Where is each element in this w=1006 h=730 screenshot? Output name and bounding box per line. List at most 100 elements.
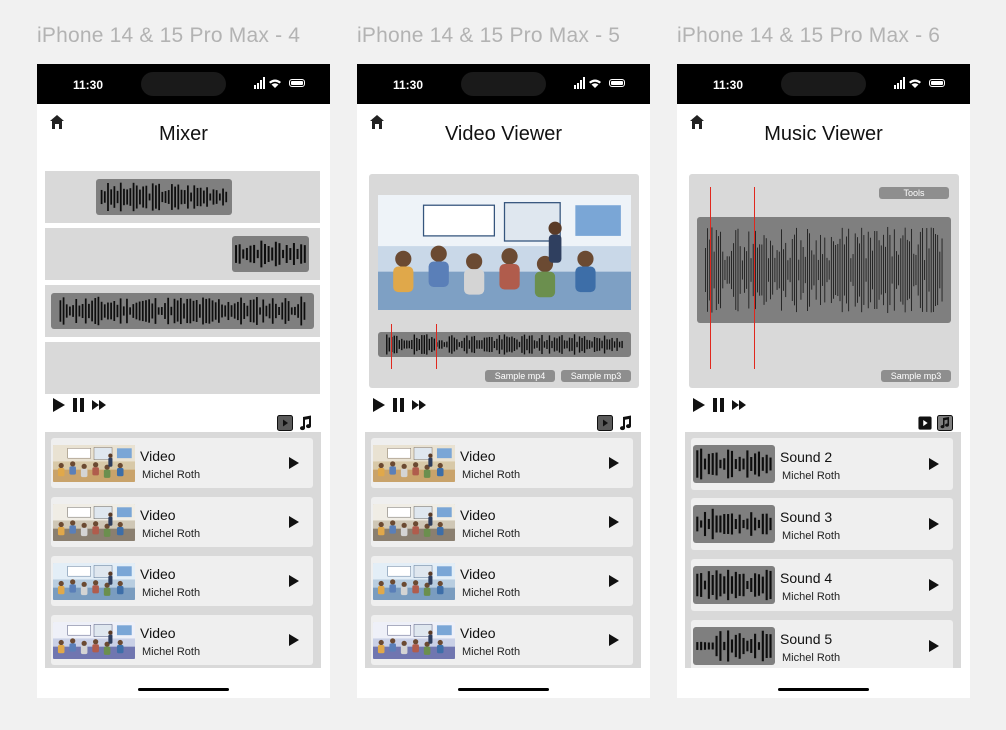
phone-music-viewer: 11:30 Music Viewer Tools Sample mp3 Soun…: [677, 64, 970, 698]
item-author: Michel Roth: [142, 528, 201, 540]
waveform-icon: [705, 226, 943, 314]
list-item[interactable]: Video Michel Roth: [51, 615, 313, 665]
music-note-icon[interactable]: [297, 415, 313, 431]
play-icon[interactable]: [608, 575, 620, 587]
home-indicator[interactable]: [778, 688, 869, 691]
play-icon[interactable]: [288, 516, 300, 528]
waveform-icon: [696, 569, 772, 601]
audio-clip[interactable]: [232, 236, 309, 272]
waveform-icon: [386, 334, 623, 355]
music-note-icon[interactable]: [617, 415, 633, 431]
list-item[interactable]: Sound 4 Michel Roth: [691, 559, 953, 611]
mixer-track[interactable]: [45, 228, 320, 280]
list-item[interactable]: Video Michel Roth: [371, 438, 633, 488]
item-author: Michel Roth: [142, 587, 201, 599]
classroom-illustration: [53, 504, 135, 541]
item-author: Michel Roth: [462, 528, 521, 540]
classroom-illustration: [53, 622, 135, 659]
audio-timeline[interactable]: [378, 332, 631, 357]
classroom-illustration: [53, 445, 135, 482]
pause-icon[interactable]: [711, 397, 727, 413]
audio-clip[interactable]: [51, 293, 314, 329]
fast-forward-icon[interactable]: [731, 397, 747, 413]
home-indicator[interactable]: [458, 688, 549, 691]
chip-sample-mp3[interactable]: Sample mp3: [881, 370, 951, 382]
item-title: Sound 5: [780, 631, 833, 647]
waveform-icon: [59, 296, 306, 326]
list-item[interactable]: Sound 5 Michel Roth: [691, 620, 953, 668]
play-icon[interactable]: [608, 634, 620, 646]
signal-wifi-icon: [574, 77, 601, 89]
item-title: Video: [140, 566, 176, 582]
list-item[interactable]: Video Michel Roth: [371, 615, 633, 665]
dynamic-island: [781, 72, 866, 96]
marker-end[interactable]: [754, 187, 755, 369]
play-icon[interactable]: [288, 457, 300, 469]
item-title: Sound 2: [780, 449, 833, 465]
frame-title: iPhone 14 & 15 Pro Max - 6: [677, 24, 941, 47]
mixer-track[interactable]: [45, 285, 320, 337]
item-author: Michel Roth: [142, 646, 201, 658]
marker-start[interactable]: [710, 187, 711, 369]
mixer-track[interactable]: [45, 171, 320, 223]
waveform-icon: [696, 630, 772, 662]
play-icon[interactable]: [288, 575, 300, 587]
list-item[interactable]: Sound 3 Michel Roth: [691, 498, 953, 550]
item-title: Video: [460, 507, 496, 523]
video-icon[interactable]: [918, 416, 932, 430]
video-frame-classroom[interactable]: [378, 195, 631, 310]
chip-sample-mp3[interactable]: Sample mp3: [561, 370, 631, 382]
video-player[interactable]: Sample mp4 Sample mp3: [369, 174, 639, 388]
play-icon[interactable]: [608, 516, 620, 528]
list-item[interactable]: Video Michel Roth: [51, 497, 313, 547]
signal-wifi-icon: [254, 77, 281, 89]
video-icon[interactable]: [277, 415, 293, 431]
item-title: Video: [460, 448, 496, 464]
page-title: Video Viewer: [444, 123, 563, 145]
list-item[interactable]: Video Michel Roth: [51, 438, 313, 488]
frame-title: iPhone 14 & 15 Pro Max - 4: [37, 24, 301, 47]
item-author: Michel Roth: [782, 470, 841, 482]
play-icon[interactable]: [608, 457, 620, 469]
chip-sample-mp4[interactable]: Sample mp4: [485, 370, 555, 382]
item-author: Michel Roth: [782, 530, 841, 542]
playback-controls: [371, 397, 451, 413]
list-item[interactable]: Video Michel Roth: [51, 556, 313, 606]
media-type-toggle: [597, 415, 637, 433]
audio-waveform[interactable]: [697, 217, 951, 323]
status-bar: 11:30: [677, 64, 970, 104]
pause-icon[interactable]: [71, 397, 87, 413]
list-item[interactable]: Sound 2 Michel Roth: [691, 438, 953, 490]
audio-clip[interactable]: [96, 179, 232, 215]
list-item[interactable]: Video Michel Roth: [371, 497, 633, 547]
classroom-illustration: [53, 563, 135, 600]
waveform-icon: [696, 448, 772, 480]
classroom-illustration: [373, 622, 455, 659]
play-icon[interactable]: [288, 634, 300, 646]
classroom-thumbnail: [53, 504, 135, 541]
pause-icon[interactable]: [391, 397, 407, 413]
classroom-thumbnail: [53, 622, 135, 659]
marker-start[interactable]: [391, 324, 392, 369]
mixer-track[interactable]: [45, 342, 320, 394]
music-note-icon[interactable]: [937, 415, 953, 431]
item-title: Video: [460, 566, 496, 582]
play-icon[interactable]: [928, 579, 940, 591]
home-indicator[interactable]: [138, 688, 229, 691]
tools-button[interactable]: Tools: [879, 187, 949, 199]
video-icon[interactable]: [597, 415, 613, 431]
marker-end[interactable]: [436, 324, 437, 369]
play-icon[interactable]: [928, 640, 940, 652]
battery-icon: [929, 79, 945, 87]
fast-forward-icon[interactable]: [91, 397, 107, 413]
list-item[interactable]: Video Michel Roth: [371, 556, 633, 606]
music-player[interactable]: Tools Sample mp3: [689, 174, 959, 388]
play-icon[interactable]: [691, 397, 707, 413]
item-author: Michel Roth: [462, 646, 521, 658]
battery-icon: [289, 79, 305, 87]
fast-forward-icon[interactable]: [411, 397, 427, 413]
play-icon[interactable]: [928, 518, 940, 530]
play-icon[interactable]: [371, 397, 387, 413]
play-icon[interactable]: [51, 397, 67, 413]
play-icon[interactable]: [928, 458, 940, 470]
